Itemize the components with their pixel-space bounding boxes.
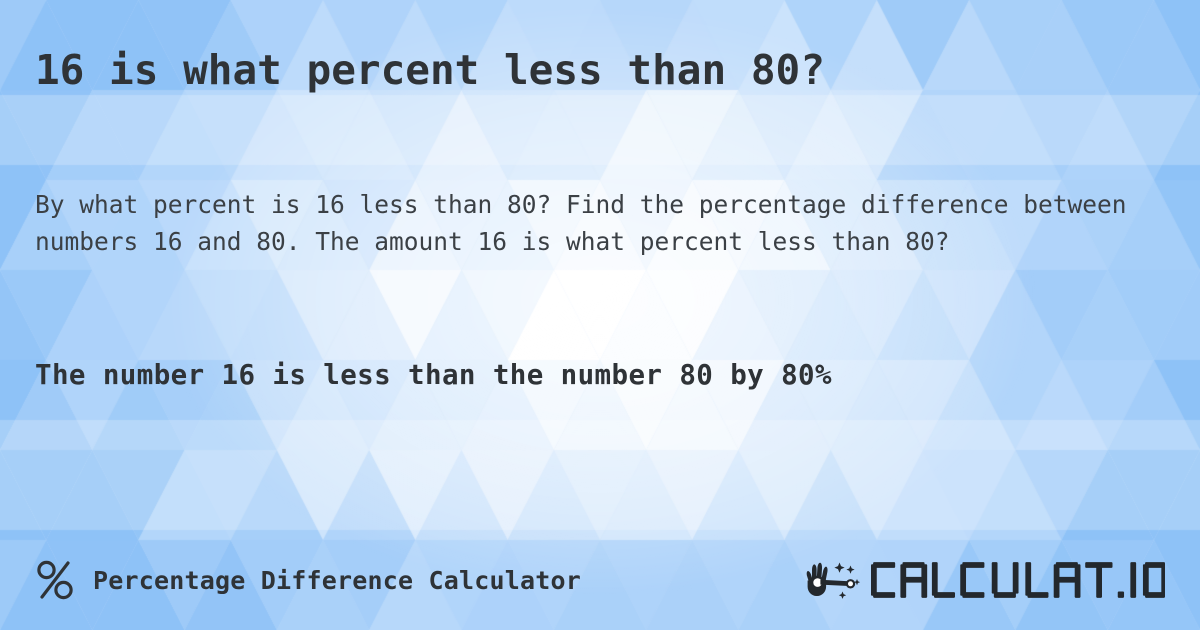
footer-label: Percentage Difference Calculator bbox=[93, 565, 582, 595]
brand-wordmark-svg bbox=[871, 562, 1165, 598]
answer-statement: The number 16 is less than the number 80… bbox=[35, 359, 832, 391]
footer-brand-left: Percentage Difference Calculator bbox=[35, 558, 581, 602]
hand-magic-wand-icon bbox=[806, 562, 861, 599]
footer: Percentage Difference Calculator bbox=[0, 552, 1200, 608]
brand-logo[interactable] bbox=[805, 556, 1165, 604]
brand-wordmark bbox=[871, 558, 1165, 602]
page-content: 16 is what percent less than 80? By what… bbox=[0, 0, 1200, 630]
page-title: 16 is what percent less than 80? bbox=[35, 46, 825, 94]
intro-paragraph: By what percent is 16 less than 80? Find… bbox=[35, 190, 1127, 256]
percent-icon bbox=[37, 560, 73, 600]
